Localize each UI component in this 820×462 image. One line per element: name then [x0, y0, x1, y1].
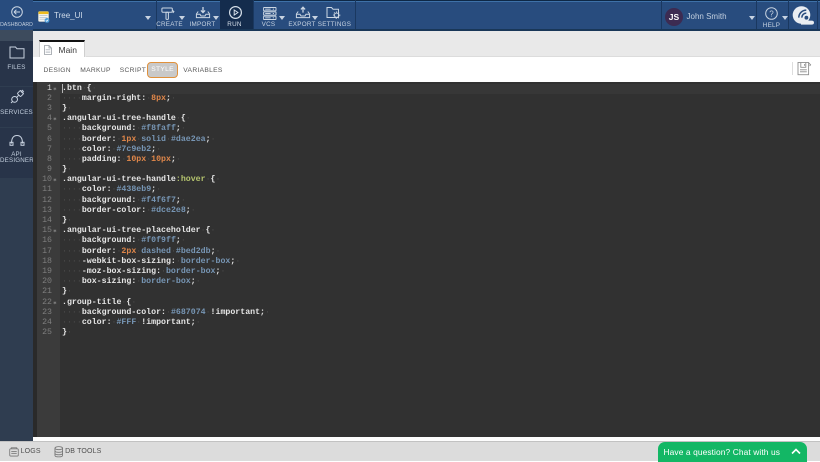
- svg-text:?: ?: [769, 9, 774, 18]
